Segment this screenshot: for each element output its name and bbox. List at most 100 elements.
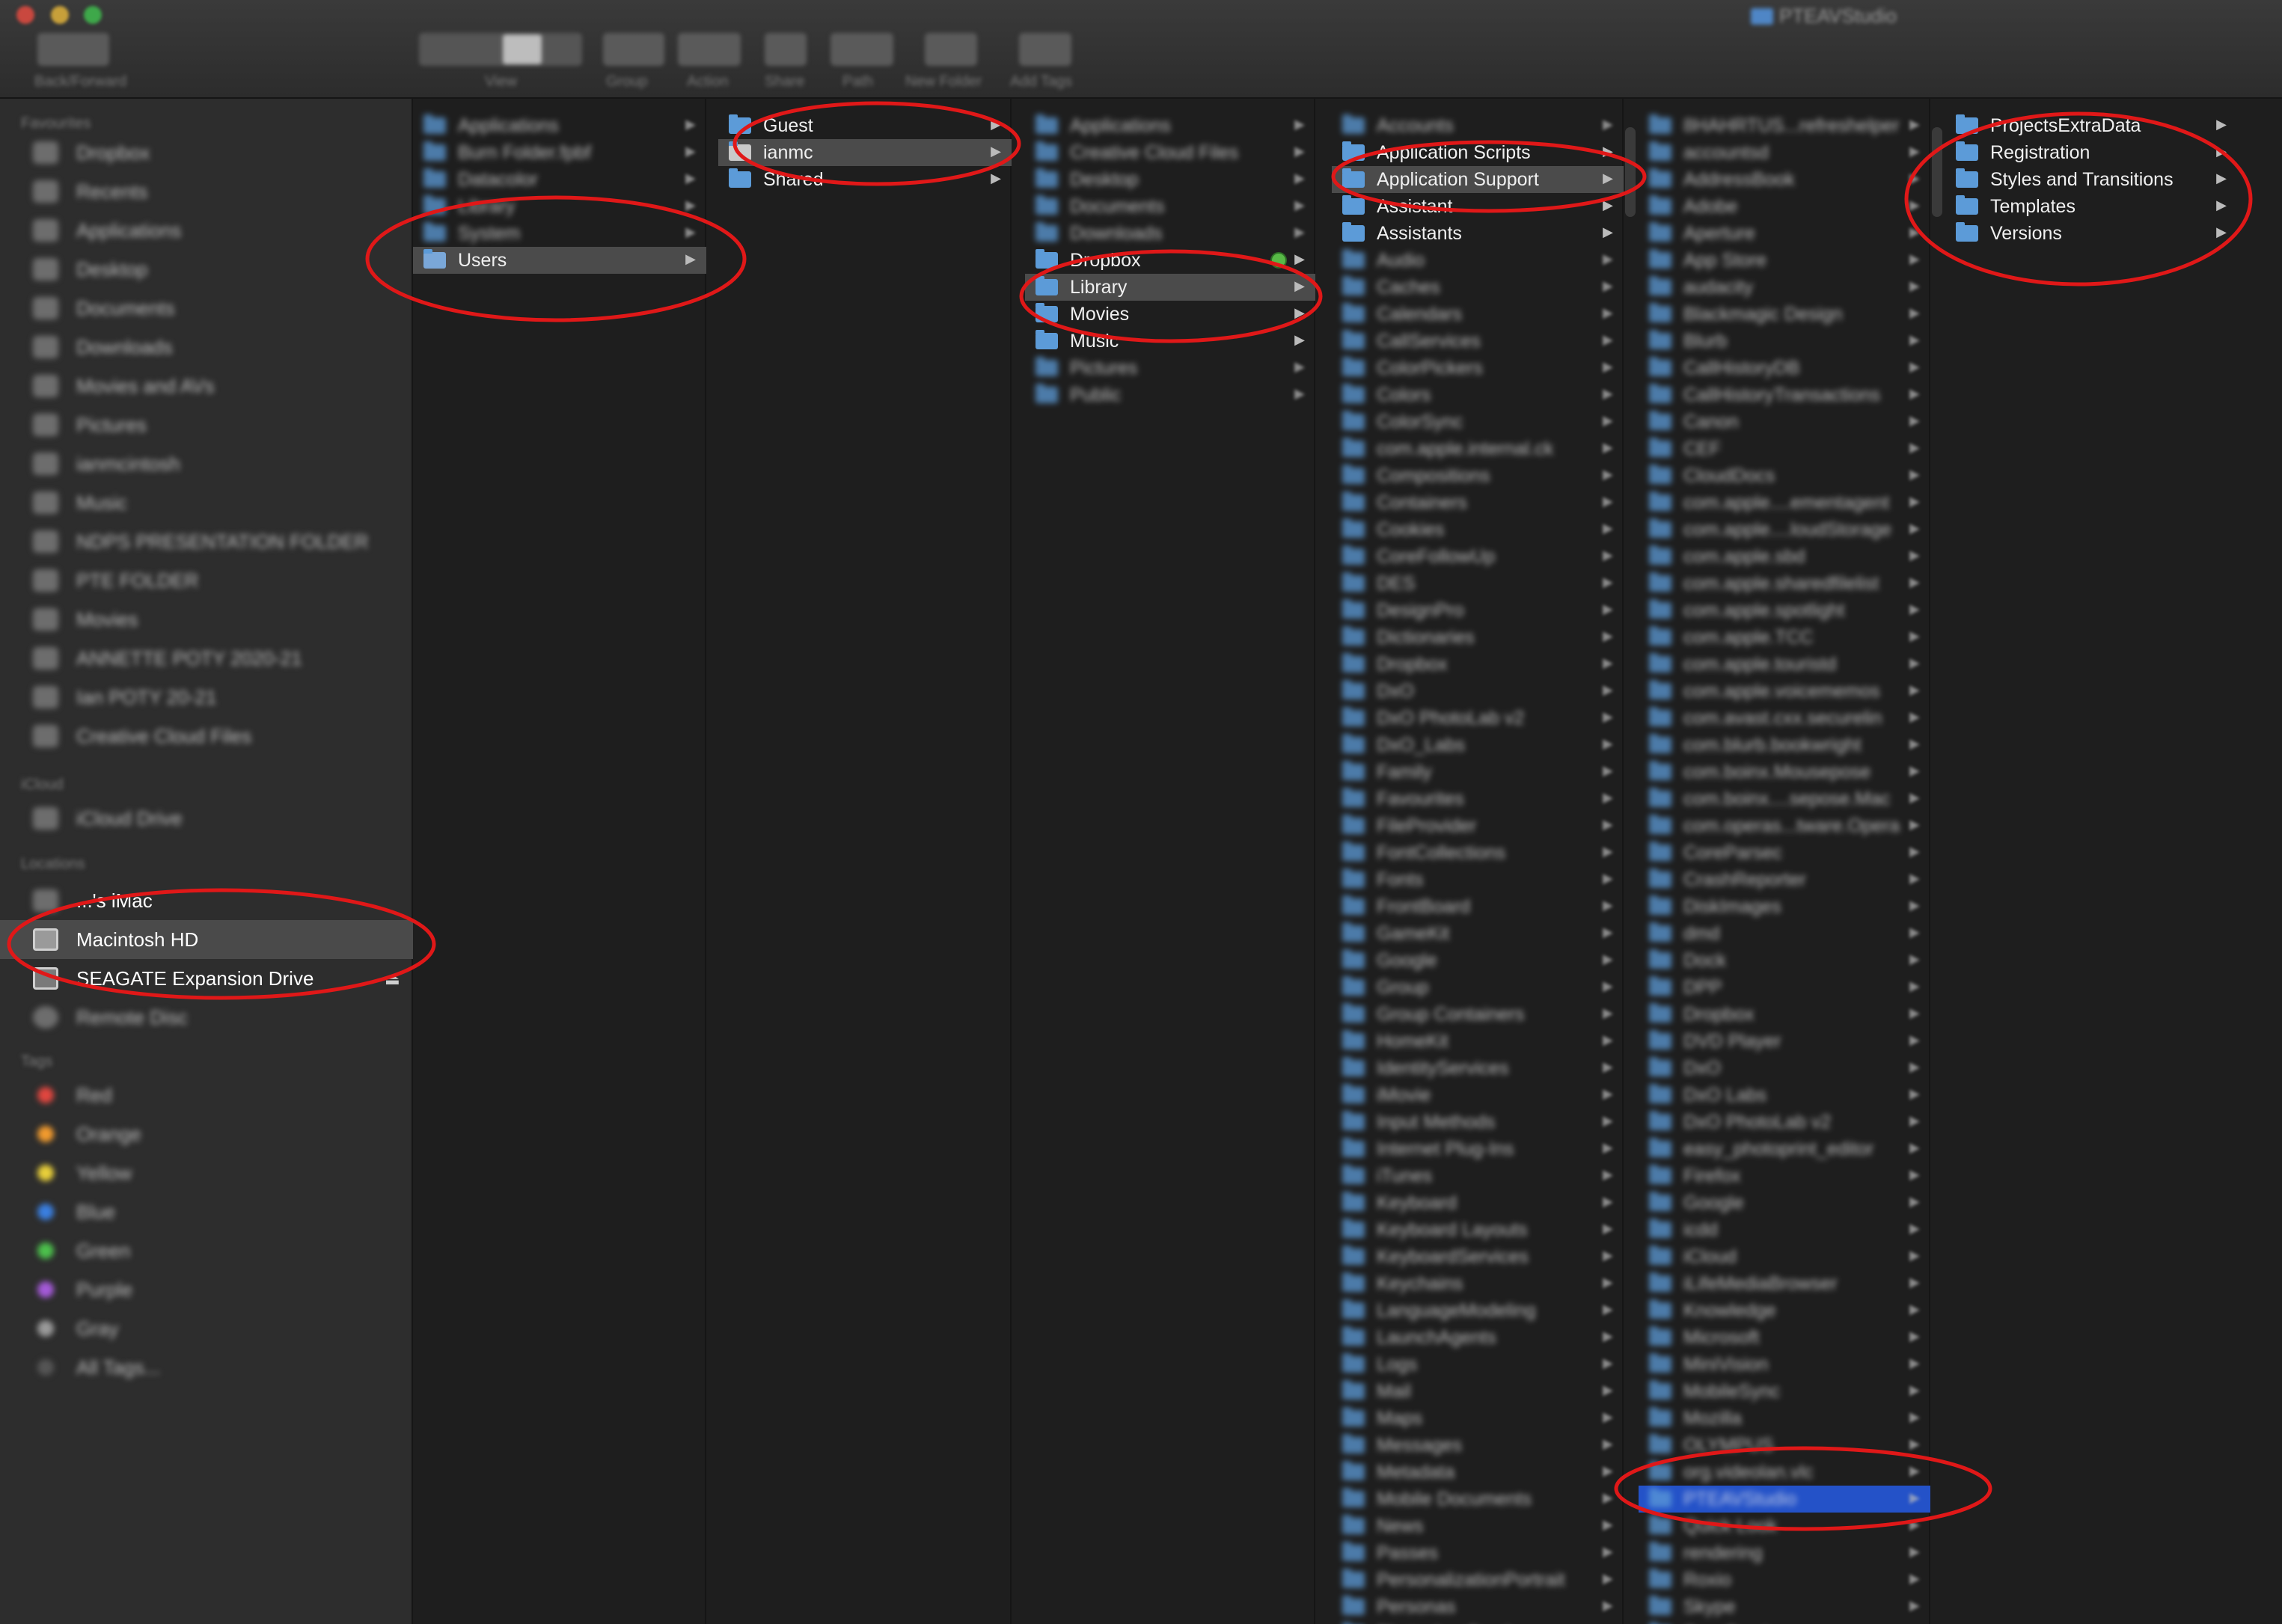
list-item[interactable]: DES ▶: [1332, 570, 1624, 597]
list-item[interactable]: DxO PhotoLab v2 ▶: [1332, 705, 1624, 732]
list-item[interactable]: Pictures ▶: [1025, 355, 1315, 382]
list-item[interactable]: iMovie ▶: [1332, 1082, 1624, 1109]
list-item[interactable]: LaunchAgents ▶: [1332, 1324, 1624, 1351]
sidebar-item-favourite[interactable]: NDPS PRESENTATION FOLDER: [0, 522, 413, 561]
list-item[interactable]: Public ▶: [1025, 382, 1315, 408]
sidebar-item-favourite[interactable]: Dropbox: [0, 133, 413, 172]
list-item[interactable]: MiniVision ▶: [1639, 1351, 1930, 1378]
action-button[interactable]: [678, 33, 741, 66]
list-item[interactable]: Google ▶: [1639, 1189, 1930, 1216]
sidebar-item-favourite[interactable]: ianmcintosh: [0, 444, 413, 483]
list-item[interactable]: com.apple.sbd ▶: [1639, 543, 1930, 570]
list-item[interactable]: iCloud ▶: [1639, 1243, 1930, 1270]
list-item[interactable]: Desktop ▶: [1025, 166, 1315, 193]
list-item[interactable]: com.apple....loudStorage ▶: [1639, 516, 1930, 543]
list-item[interactable]: News ▶: [1332, 1513, 1624, 1539]
view-segment-control[interactable]: [419, 33, 582, 66]
list-item[interactable]: CallHistoryDB ▶: [1639, 355, 1930, 382]
column-scrollbar[interactable]: [1625, 127, 1636, 217]
list-item[interactable]: Passes ▶: [1332, 1539, 1624, 1566]
back-forward-button[interactable]: [37, 33, 109, 66]
list-item[interactable]: FontCollections ▶: [1332, 839, 1624, 866]
list-item[interactable]: IdentityServices ▶: [1332, 1055, 1624, 1082]
list-item[interactable]: ColorPickers ▶: [1332, 355, 1624, 382]
list-item[interactable]: Keyboard Layouts ▶: [1332, 1216, 1624, 1243]
list-item[interactable]: Firefox ▶: [1639, 1162, 1930, 1189]
new-folder-button[interactable]: [925, 33, 977, 66]
list-item[interactable]: Internet Plug-Ins ▶: [1332, 1136, 1624, 1162]
list-item[interactable]: AddressBook ▶: [1639, 166, 1930, 193]
list-item[interactable]: CEF ▶: [1639, 435, 1930, 462]
list-item[interactable]: com.apple.internal.ck ▶: [1332, 435, 1624, 462]
list-item[interactable]: Applications ▶: [1025, 112, 1315, 139]
sidebar-item-tag[interactable]: Blue: [0, 1192, 413, 1231]
list-item[interactable]: Library ▶: [413, 193, 706, 220]
list-item[interactable]: accountsd ▶: [1639, 139, 1930, 166]
list-item[interactable]: Canon ▶: [1639, 408, 1930, 435]
column-view-icon[interactable]: [503, 34, 542, 64]
list-item[interactable]: SyncServices▶: [1639, 1620, 1930, 1624]
list-item[interactable]: DiskImages ▶: [1639, 893, 1930, 920]
list-item[interactable]: Application Support ▶: [1332, 166, 1624, 193]
list-item[interactable]: iTunes ▶: [1332, 1162, 1624, 1189]
sidebar-item-favourite[interactable]: Creative Cloud Files: [0, 717, 413, 756]
list-item[interactable]: Assistants ▶: [1332, 220, 1624, 247]
list-item[interactable]: Favourites ▶: [1332, 785, 1624, 812]
list-item[interactable]: Creative Cloud Files ▶: [1025, 139, 1315, 166]
list-item[interactable]: Downloads ▶: [1025, 220, 1315, 247]
list-item[interactable]: rendering ▶: [1639, 1539, 1930, 1566]
list-item[interactable]: icdd ▶: [1639, 1216, 1930, 1243]
list-item[interactable]: org.videolan.vlc ▶: [1639, 1459, 1930, 1486]
list-item[interactable]: Calendars ▶: [1332, 301, 1624, 328]
list-item[interactable]: Shared ▶: [718, 166, 1012, 193]
list-item[interactable]: Adobe ▶: [1639, 193, 1930, 220]
list-item[interactable]: 8HAHRTUS...refreshelper ▶: [1639, 112, 1930, 139]
list-item[interactable]: Dropbox ▶: [1639, 1001, 1930, 1028]
list-item[interactable]: PTEAVStudio ▶: [1639, 1486, 1930, 1513]
list-item[interactable]: Google ▶: [1332, 947, 1624, 974]
list-item[interactable]: Compositions ▶: [1332, 462, 1624, 489]
list-item[interactable]: Accounts ▶: [1332, 112, 1624, 139]
sidebar-item-favourite[interactable]: Recents: [0, 172, 413, 211]
sidebar-item-remote-disc[interactable]: Remote Disc: [0, 998, 413, 1037]
sidebar-item-tag[interactable]: Gray: [0, 1309, 413, 1348]
add-tags-button[interactable]: [1019, 33, 1071, 66]
minimize-window-button[interactable]: [51, 6, 69, 24]
list-item[interactable]: Dictionaries ▶: [1332, 624, 1624, 651]
list-item[interactable]: Metadata ▶: [1332, 1459, 1624, 1486]
list-item[interactable]: Mobile Documents ▶: [1332, 1486, 1624, 1513]
zoom-window-button[interactable]: [84, 6, 102, 24]
list-item[interactable]: Datacolor ▶: [413, 166, 706, 193]
list-item[interactable]: Music ▶: [1025, 328, 1315, 355]
list-item[interactable]: com.apple....ementagent ▶: [1639, 489, 1930, 516]
list-item[interactable]: Personas ▶: [1332, 1593, 1624, 1620]
list-item[interactable]: LanguageModeling ▶: [1332, 1297, 1624, 1324]
list-item[interactable]: Caches ▶: [1332, 274, 1624, 301]
list-item[interactable]: MobileSync ▶: [1639, 1378, 1930, 1405]
list-item[interactable]: com.boinx....sepose.Mac ▶: [1639, 785, 1930, 812]
list-item[interactable]: ianmc ▶: [718, 139, 1012, 166]
list-item[interactable]: Quick Look ▶: [1639, 1513, 1930, 1539]
list-item[interactable]: audacity ▶: [1639, 274, 1930, 301]
list-item[interactable]: Mail ▶: [1332, 1378, 1624, 1405]
list-item[interactable]: Application Scripts ▶: [1332, 139, 1624, 166]
sidebar-item-favourite[interactable]: Ian POTY 20-21: [0, 678, 413, 717]
list-item[interactable]: PersonalizationPortrait ▶: [1332, 1566, 1624, 1593]
list-item[interactable]: Microsoft ▶: [1639, 1324, 1930, 1351]
list-item[interactable]: Blurb ▶: [1639, 328, 1930, 355]
list-item[interactable]: PhotoshopCrashes▶: [1332, 1620, 1624, 1624]
list-item[interactable]: Assistant ▶: [1332, 193, 1624, 220]
list-item[interactable]: KeyboardServices ▶: [1332, 1243, 1624, 1270]
list-item[interactable]: Keyboard ▶: [1332, 1189, 1624, 1216]
list-item[interactable]: FileProvider ▶: [1332, 812, 1624, 839]
column-scrollbar[interactable]: [1932, 127, 1942, 217]
list-item[interactable]: Maps ▶: [1332, 1405, 1624, 1432]
list-item[interactable]: Aperture ▶: [1639, 220, 1930, 247]
list-item[interactable]: Audio ▶: [1332, 247, 1624, 274]
list-item[interactable]: com.apple.sharedfilelist ▶: [1639, 570, 1930, 597]
share-button[interactable]: [765, 33, 807, 66]
list-item[interactable]: Keychains ▶: [1332, 1270, 1624, 1297]
list-item[interactable]: dmd ▶: [1639, 920, 1930, 947]
list-item[interactable]: Roxio ▶: [1639, 1566, 1930, 1593]
list-item[interactable]: DxO ▶: [1332, 678, 1624, 705]
